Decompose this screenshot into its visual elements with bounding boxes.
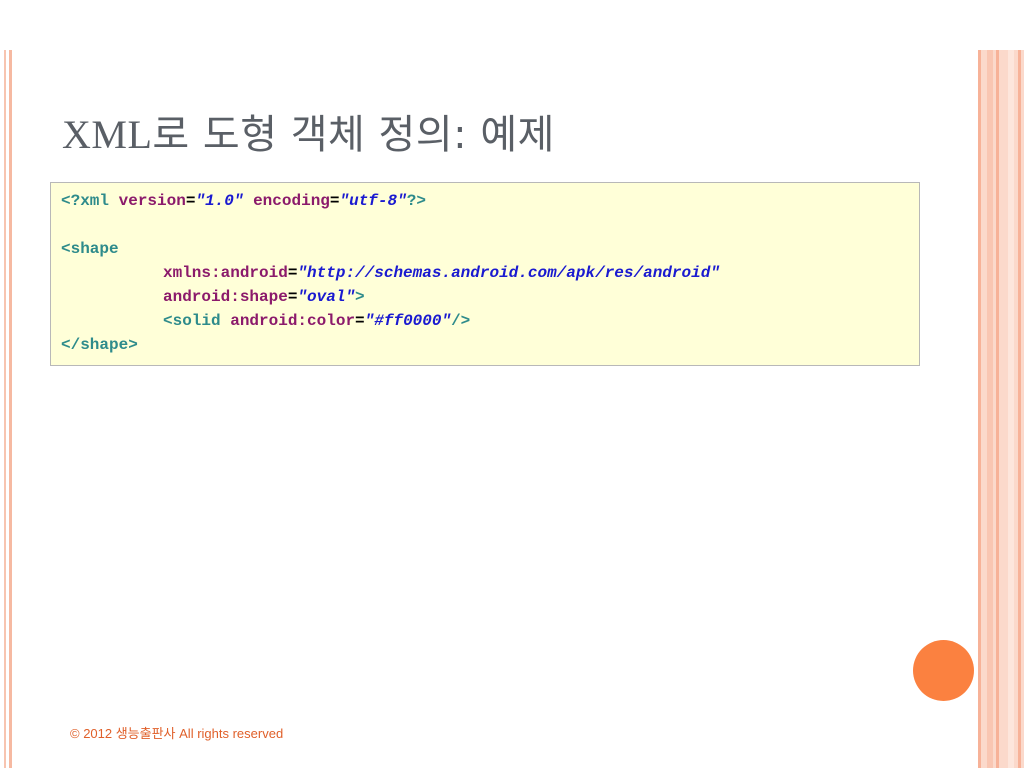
code-token-attribute: android:shape xyxy=(163,288,288,306)
slide: XML로 도형 객체 정의: 예제 <?xml version="1.0" en… xyxy=(0,0,1024,768)
code-token-attribute: android:color xyxy=(230,312,356,330)
code-token-tag: ?> xyxy=(406,192,426,210)
left-decorative-stripe xyxy=(9,50,12,768)
code-line-xmlns: xmlns:android="http://schemas.android.co… xyxy=(61,261,919,285)
slide-title: XML로 도형 객체 정의: 예제 xyxy=(62,102,555,160)
right-decorative-stripe xyxy=(996,50,999,768)
right-decorative-stripe xyxy=(987,50,993,768)
code-token-tag: /> xyxy=(451,312,471,330)
copyright-footer: © 2012 생능출판사 All rights reserved xyxy=(70,726,284,741)
code-line-shape-close: </shape> xyxy=(61,333,919,357)
code-token-tag: <?xml xyxy=(61,192,110,210)
left-decorative-stripe xyxy=(4,50,6,768)
code-token-tag: <shape xyxy=(61,240,119,258)
code-token-equals: = xyxy=(287,288,298,306)
right-decorative-stripe xyxy=(1018,50,1021,768)
code-token-tag: <solid xyxy=(163,312,221,330)
code-token-value: "http://schemas.android.com/apk/res/andr… xyxy=(297,264,720,282)
code-token-equals: = xyxy=(355,312,365,330)
code-token-value: "#ff0000" xyxy=(364,312,452,330)
right-decorative-stripe xyxy=(1008,50,1014,768)
code-token-value: "oval" xyxy=(297,288,356,306)
code-token-equals: = xyxy=(287,264,298,282)
code-line-xml-declaration: <?xml version="1.0" encoding="utf-8"?> xyxy=(61,189,919,213)
right-decorative-stripe xyxy=(978,50,981,768)
code-token-tag: > xyxy=(355,288,365,306)
code-line-shape-attr: android:shape="oval"> xyxy=(61,285,919,309)
code-line-shape-open: <shape xyxy=(61,237,919,261)
code-token-attribute: version xyxy=(118,192,186,210)
code-token-equals: = xyxy=(185,192,196,210)
code-line-solid: <solid android:color="#ff0000"/> xyxy=(61,309,919,333)
code-token-tag: </shape> xyxy=(61,336,138,354)
code-block: <?xml version="1.0" encoding="utf-8"?> <… xyxy=(50,182,920,366)
code-token-attribute: encoding xyxy=(253,192,330,210)
code-token-value: "utf-8" xyxy=(339,192,407,210)
slide-title-korean: 로 도형 객체 정의: 예제 xyxy=(152,112,555,158)
code-token-equals: = xyxy=(329,192,340,210)
code-token-value: "1.0" xyxy=(195,192,244,210)
slide-title-latin: XML xyxy=(62,112,153,157)
decorative-orange-circle xyxy=(913,640,974,701)
code-token-attribute: xmlns:android xyxy=(163,264,288,282)
